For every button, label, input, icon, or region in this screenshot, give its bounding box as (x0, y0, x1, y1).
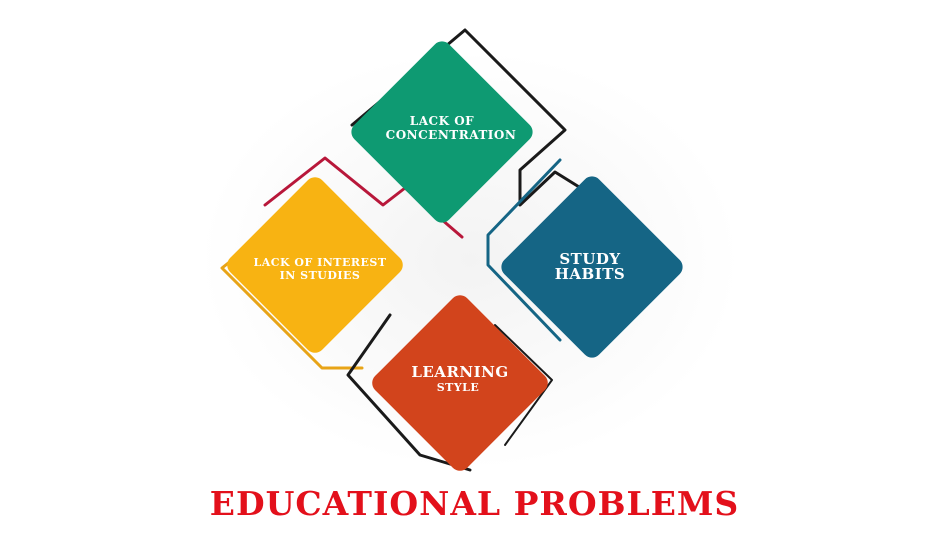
tile-interest-line1: LACK OF INTEREST (253, 256, 386, 269)
tile-interest-line2: IN STUDIES (280, 269, 361, 282)
tile-concentration-line1: LACK OF (410, 114, 474, 128)
tile-study-habits-line2: HABITS (555, 265, 626, 283)
tile-learning-style-line2: STYLE (437, 381, 480, 394)
tile-concentration-line2: CONCENTRATION (386, 128, 517, 142)
diagram-title: EDUCATIONAL PROBLEMS (209, 484, 740, 523)
tile-learning-style-line1: LEARNING (411, 363, 508, 381)
educational-problems-diagram: LACK OF CONCENTRATION STUDY HABITS LACK … (200, 28, 740, 472)
